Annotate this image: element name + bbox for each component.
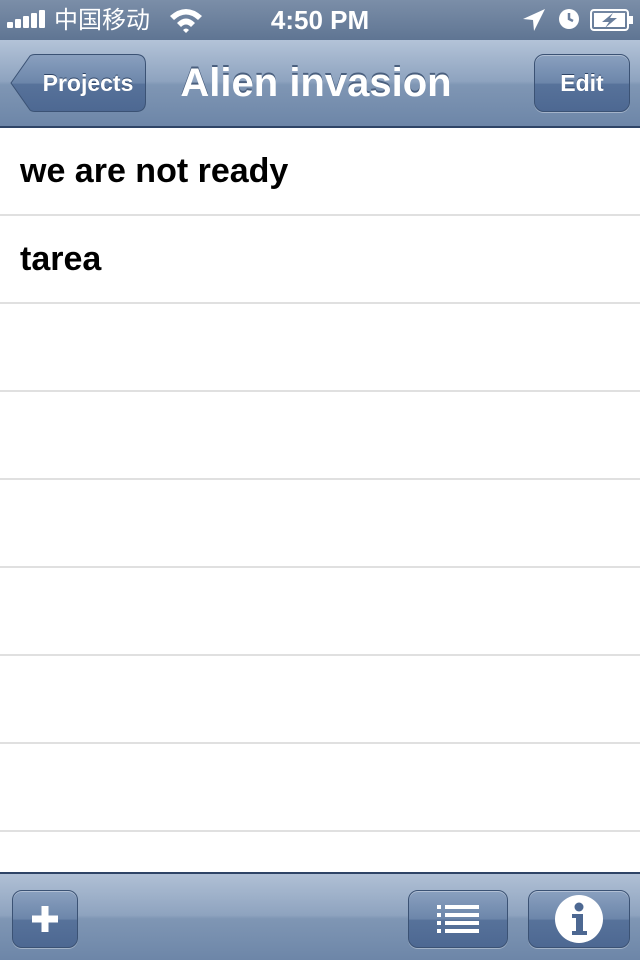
info-icon [555, 895, 603, 943]
back-button-label: Projects [42, 70, 134, 96]
task-label: we are not ready [20, 152, 289, 190]
empty-row [0, 568, 640, 656]
list-icon [437, 905, 479, 933]
info-button[interactable] [528, 890, 630, 948]
back-button-projects[interactable]: Projects [10, 54, 146, 112]
carrier-name: 中国移动 [54, 6, 150, 34]
wifi-icon [170, 9, 202, 33]
iphone-screen: 中国移动 4:50 PM Alien invasion Projects Edi… [0, 0, 640, 960]
battery-charging-icon [590, 9, 633, 31]
task-label: tarea [20, 240, 102, 278]
empty-row [0, 304, 640, 392]
signal-bars-icon [7, 10, 49, 28]
edit-button[interactable]: Edit [534, 54, 630, 112]
task-list: we are not ready tarea [0, 128, 640, 872]
task-row[interactable]: tarea [0, 216, 640, 304]
bottom-toolbar [0, 872, 640, 960]
empty-row [0, 832, 640, 872]
list-view-button[interactable] [408, 890, 508, 948]
page-title: Alien invasion [180, 61, 452, 105]
status-bar: 中国移动 4:50 PM [0, 0, 640, 40]
add-task-button[interactable] [12, 890, 78, 948]
empty-row [0, 656, 640, 744]
alarm-clock-icon [559, 9, 579, 29]
empty-row [0, 744, 640, 832]
task-row[interactable]: we are not ready [0, 128, 640, 216]
location-arrow-icon [523, 9, 545, 31]
plus-icon [32, 906, 58, 932]
empty-row [0, 392, 640, 480]
empty-row [0, 480, 640, 568]
